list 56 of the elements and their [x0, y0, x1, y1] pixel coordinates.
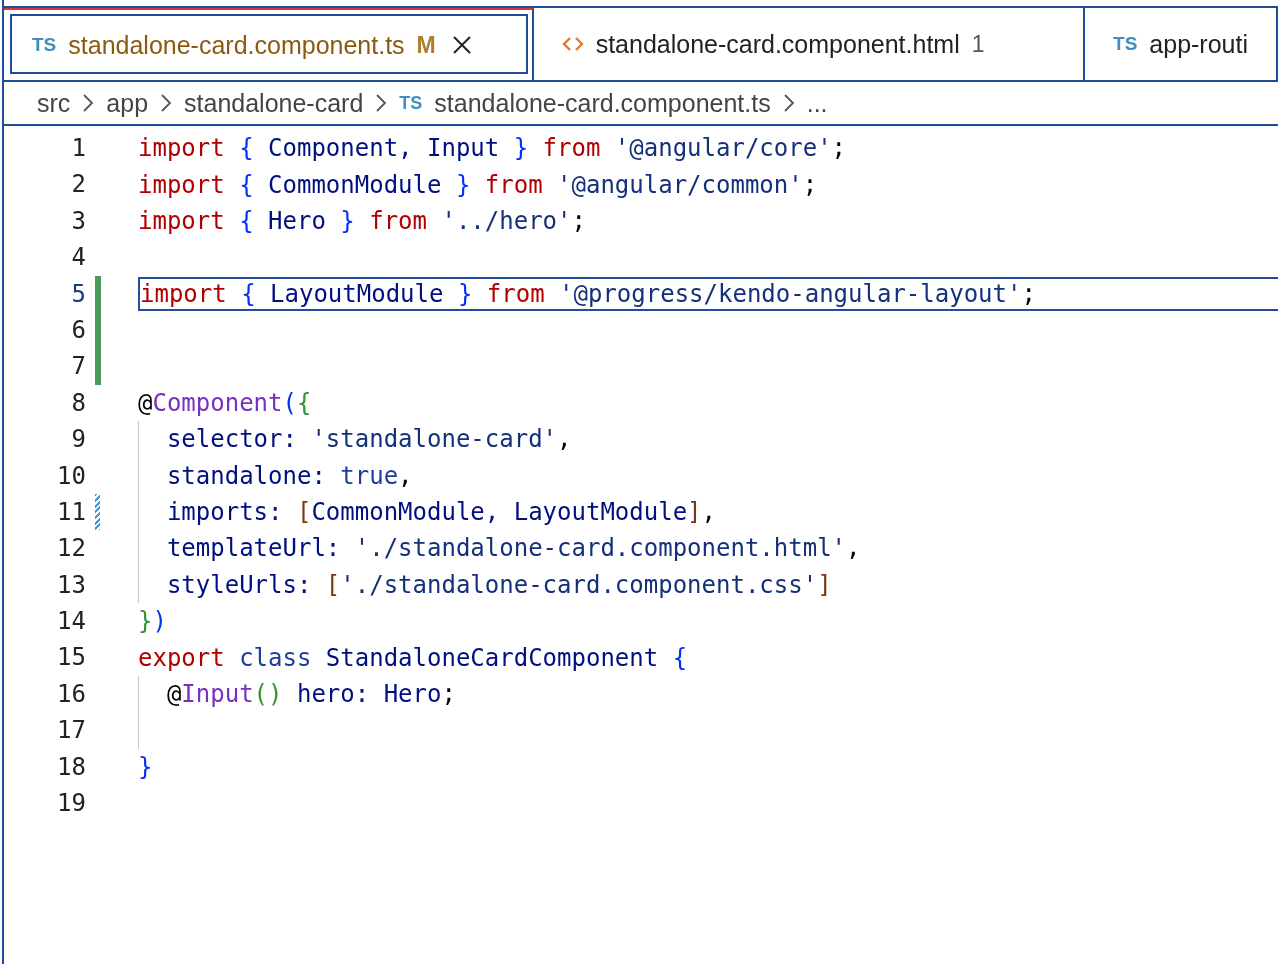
line-number: 15: [56, 642, 86, 674]
breadcrumb-item[interactable]: standalone-card.component.ts: [434, 88, 771, 118]
file-type-label: TS: [1113, 33, 1138, 55]
breadcrumb-item[interactable]: app: [106, 88, 149, 118]
line-number: 10: [56, 460, 86, 492]
breadcrumb-item[interactable]: ...: [806, 88, 828, 118]
chevron-icon: [782, 93, 795, 113]
tab-label: app-routi: [1149, 29, 1248, 59]
code-line: }): [138, 606, 167, 637]
line-number: 8: [70, 387, 86, 419]
editor-tab[interactable]: standalone-card.component.html 1: [533, 8, 1086, 80]
close-icon[interactable]: [451, 35, 472, 55]
code-line: }: [138, 751, 153, 782]
code-line: export class StandaloneCardComponent {: [138, 642, 688, 673]
breadcrumb-item[interactable]: src: [37, 88, 71, 118]
file-type-label: TS: [32, 34, 57, 56]
code-line: import { Component, Input } from '@angular/core';: [138, 133, 847, 164]
line-number: 6: [70, 314, 86, 346]
breadcrumb-item[interactable]: standalone-card: [184, 88, 364, 118]
line-number: 4: [70, 242, 86, 274]
line-number: 3: [70, 205, 86, 237]
line-number: 12: [56, 533, 86, 565]
line-number: 1: [70, 133, 86, 164]
code-line: standalone: true,: [165, 460, 413, 491]
line-number: 11: [56, 496, 86, 528]
tab-label: standalone-card.component.ts: [68, 30, 405, 60]
code-line: styleUrls: ['./standalone-card.component.css']: [165, 569, 832, 600]
line-number: 17: [56, 715, 86, 747]
editor-tab[interactable]: TS standalone-card.component.ts M: [4, 8, 534, 80]
line-number: 2: [70, 169, 86, 201]
editor-tab[interactable]: TS app-routi: [1085, 8, 1278, 80]
chevron-icon: [160, 93, 173, 113]
tab-label: standalone-card.component.html: [595, 29, 960, 59]
code-line: imports: [CommonModule, LayoutModule],: [165, 497, 716, 528]
code-brackets-icon: [561, 35, 584, 53]
code-line: @Input() hero: Hero;: [165, 679, 456, 710]
file-type-label: TS: [399, 92, 423, 114]
line-number: 13: [56, 569, 86, 601]
line-number: 5: [70, 278, 86, 310]
status-label: M: [416, 31, 436, 59]
line-number: 16: [56, 678, 86, 710]
line-number: 14: [56, 606, 86, 638]
status-label: 1: [971, 30, 985, 58]
line-number: 9: [70, 424, 86, 456]
code-line: import { Hero } from '../hero';: [138, 205, 586, 236]
line-number: 7: [70, 351, 86, 383]
change-marker: [95, 493, 100, 531]
code-line: @Component({: [138, 387, 312, 418]
code-line: import { CommonModule } from '@angular/common';: [138, 169, 818, 200]
line-number: 18: [56, 751, 86, 783]
code-line: import { LayoutModule } from '@progress/kendo-angular-layout';: [140, 278, 1036, 309]
chevron-icon: [82, 93, 95, 113]
line-number: 19: [56, 788, 86, 820]
code-line: selector: 'standalone-card',: [165, 424, 572, 455]
chevron-icon: [375, 93, 388, 113]
code-line: templateUrl: './standalone-card.component.html',: [165, 533, 861, 564]
